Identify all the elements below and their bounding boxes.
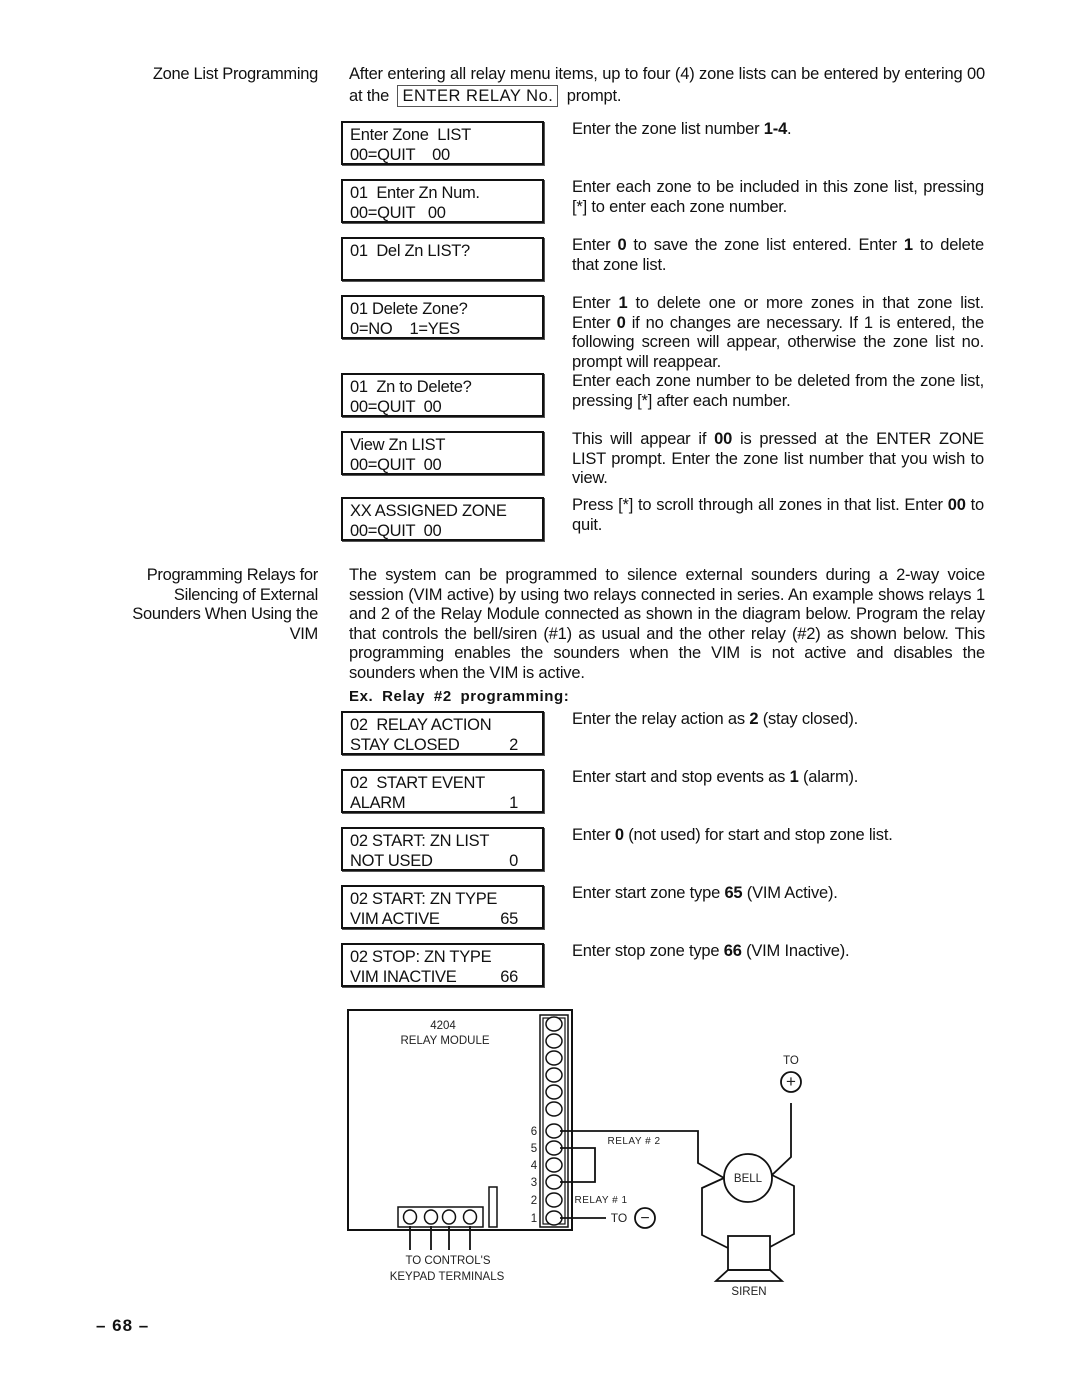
terminal-screw — [545, 1192, 563, 1208]
terminal-number: 4 — [531, 1160, 538, 1172]
jumper-bar — [488, 1186, 498, 1228]
terminal-screw — [545, 1016, 563, 1032]
module-name-label: RELAY MODULE — [400, 1035, 489, 1047]
terminal-screw — [545, 1084, 563, 1100]
keypad-pin — [441, 1209, 457, 1225]
plus-symbol: + — [786, 1072, 796, 1091]
bell-siren-wire-right — [769, 1174, 795, 1248]
siren-label: SIREN — [731, 1286, 766, 1298]
keypad-pin — [462, 1209, 478, 1225]
terminal-screw — [545, 1101, 563, 1117]
bell-siren-wire-left — [701, 1177, 729, 1249]
terminal-screw — [545, 1033, 563, 1049]
terminal-screw — [545, 1210, 563, 1226]
keypad-pin — [402, 1209, 418, 1225]
module-model-label: 4204 — [430, 1020, 456, 1032]
terminal-screw — [545, 1123, 563, 1139]
terminal-screw — [545, 1174, 563, 1190]
terminal-screw — [545, 1140, 563, 1156]
to-minus-label: TO — [611, 1211, 627, 1225]
terminal-screw — [545, 1067, 563, 1083]
bell-label: BELL — [734, 1173, 763, 1185]
terminal-number: 6 — [531, 1126, 537, 1138]
terminal-number: 3 — [531, 1177, 537, 1189]
keypad-label-line1: TO CONTROL'S — [405, 1255, 490, 1267]
terminal-number: 5 — [531, 1143, 537, 1155]
terminal-number: 2 — [531, 1195, 537, 1207]
relay2-label: RELAY # 2 — [607, 1136, 660, 1147]
relay-wiring-diagram: 4204 RELAY MODULE TO + − TO RELAY # 2 RE… — [347, 1009, 802, 1298]
terminal-screw — [545, 1050, 563, 1066]
relay1-label: RELAY # 1 — [574, 1195, 627, 1206]
plus-wire-to-bell — [771, 1103, 792, 1176]
siren-body — [727, 1235, 771, 1271]
terminal-screw — [545, 1157, 563, 1173]
minus-symbol: − — [640, 1210, 649, 1227]
keypad-pin — [423, 1209, 439, 1225]
terminal-number: 1 — [531, 1213, 537, 1225]
to-plus-label: TO — [783, 1055, 799, 1067]
siren-horn — [713, 1269, 785, 1282]
page-number: – 68 – — [96, 1316, 150, 1335]
keypad-label-line2: KEYPAD TERMINALS — [390, 1271, 505, 1283]
